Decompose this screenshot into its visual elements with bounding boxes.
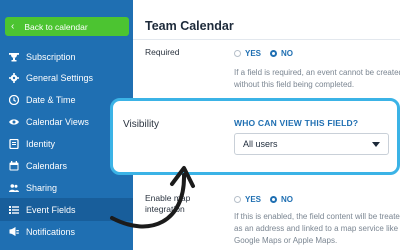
map-yes-radio[interactable]: YES <box>234 195 261 204</box>
required-label: Required <box>145 47 180 57</box>
sidebar-item-event-fields[interactable]: Event Fields <box>0 198 133 221</box>
eye-icon <box>9 118 19 125</box>
id-icon <box>9 138 19 149</box>
chevron-left-icon: ‹ <box>11 20 15 32</box>
page-title: Team Calendar <box>145 19 234 33</box>
visibility-card: Visibility WHO CAN VIEW THIS FIELD? All … <box>110 98 400 175</box>
bell-icon <box>9 226 19 236</box>
sidebar-item-label: Calendars <box>26 160 68 171</box>
sidebar-item-notifications[interactable]: Notifications <box>0 220 133 243</box>
sidebar-item-label: Identity <box>26 138 56 149</box>
radio-label: YES <box>245 49 262 58</box>
radio-off-icon <box>234 196 241 203</box>
radio-on-icon <box>270 196 277 203</box>
visibility-question: WHO CAN VIEW THIS FIELD? <box>234 118 359 128</box>
visibility-label: Visibility <box>123 119 159 130</box>
map-integration-label-line1: Enable map <box>145 193 191 203</box>
sidebar-item-subscription[interactable]: Subscription <box>0 45 133 68</box>
calendar-icon <box>9 160 19 170</box>
clock-icon <box>9 94 19 105</box>
radio-label: NO <box>281 195 293 204</box>
sidebar-item-label: Date & Time <box>26 94 76 105</box>
required-help-text: If a field is required, an event cannot … <box>234 68 400 89</box>
back-to-calendar-button[interactable]: ‹ Back to calendar <box>5 17 129 36</box>
sidebar-item-label: Sharing <box>26 182 58 193</box>
sidebar-item-general-settings[interactable]: General Settings <box>0 66 133 89</box>
radio-on-icon <box>270 50 277 57</box>
gear-icon <box>9 72 19 83</box>
required-yes-radio[interactable]: YES <box>234 49 261 58</box>
users-icon <box>9 183 19 192</box>
visibility-select-value: All users <box>243 139 278 149</box>
list-icon <box>9 205 19 214</box>
sidebar-item-label: Event Fields <box>26 204 76 215</box>
visibility-select[interactable]: All users <box>234 133 389 155</box>
back-button-label: Back to calendar <box>24 21 88 32</box>
sidebar-item-label: Notifications <box>26 226 76 237</box>
required-no-radio[interactable]: NO <box>270 49 293 58</box>
map-help-text: If this is enabled, the field content wi… <box>234 212 400 245</box>
header-divider <box>133 39 400 40</box>
sidebar-item-label: Subscription <box>26 51 76 62</box>
sidebar-item-label: General Settings <box>26 72 94 83</box>
sidebar-item-label: Calendar Views <box>26 116 89 127</box>
radio-label: YES <box>245 195 262 204</box>
map-integration-label-line2: integration <box>145 204 185 214</box>
map-no-radio[interactable]: NO <box>270 195 293 204</box>
trophy-icon <box>9 52 19 61</box>
radio-off-icon <box>234 50 241 57</box>
radio-label: NO <box>281 49 293 58</box>
sidebar-item-sharing[interactable]: Sharing <box>0 176 133 199</box>
caret-down-icon <box>372 142 380 147</box>
